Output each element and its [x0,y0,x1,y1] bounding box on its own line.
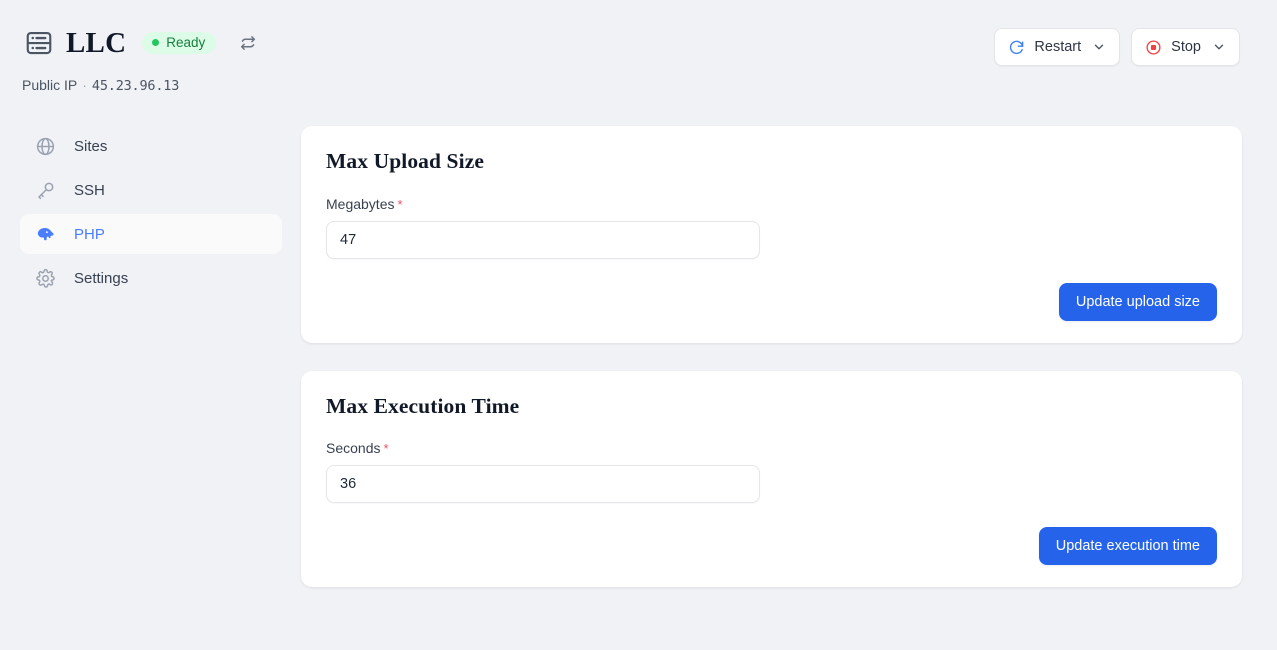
restart-button-label: Restart [1034,39,1082,55]
restart-circle-arrow-icon [1010,40,1024,54]
card-title: Max Upload Size [326,149,484,173]
header-actions: Restart Stop [994,28,1240,66]
brand-row: LLC Ready [24,28,259,58]
max-execution-time-card: Max Execution Time Seconds * Update exec… [301,370,1242,588]
field-label-text: Seconds [326,440,381,457]
status-label: Ready [166,34,206,50]
page-header: LLC Ready Public IP · 45.23.96.13 Restar… [0,0,1277,100]
sidebar-item-label: Sites [74,137,108,155]
update-upload-size-button[interactable]: Update upload size [1058,282,1217,321]
php-settings-page: LLC Ready Public IP · 45.23.96.13 Restar… [0,0,1277,650]
seconds-field-label: Seconds * [326,440,1217,456]
server-rack-icon [24,28,54,58]
public-ip-label: Public IP [22,77,78,93]
stop-button[interactable]: Stop [1131,28,1240,66]
restart-button[interactable]: Restart [994,28,1121,66]
card-title: Max Execution Time [326,393,520,418]
sidebar: Sites SSH PHP Settings [20,126,282,302]
required-asterisk: * [397,196,403,212]
refresh-icon[interactable] [237,32,259,54]
field-label-text: Megabytes [326,195,395,212]
sidebar-item-settings[interactable]: Settings [20,258,282,298]
stop-square-circle-icon [1146,39,1161,55]
status-badge: Ready [142,31,217,55]
sidebar-item-label: PHP [74,225,105,243]
chevron-down-icon [1214,44,1224,50]
php-elephant-icon [34,223,56,245]
public-ip: Public IP · 45.23.96.13 [22,76,179,95]
chevron-down-icon [1094,44,1104,50]
card-actions: Update upload size [326,282,1217,321]
max-upload-size-card: Max Upload Size Megabytes * Update uploa… [301,126,1242,343]
page-title: LLC [66,26,127,59]
sidebar-item-sites[interactable]: Sites [20,126,282,166]
public-ip-separator: · [82,77,87,93]
main-content: Max Upload Size Megabytes * Update uploa… [301,126,1242,615]
key-icon [34,179,56,201]
megabytes-input[interactable] [326,220,760,259]
public-ip-value: 45.23.96.13 [91,78,180,94]
sidebar-item-label: SSH [74,181,105,199]
gear-icon [34,267,56,289]
megabytes-field-label: Megabytes * [326,196,1217,212]
sidebar-item-ssh[interactable]: SSH [20,170,282,210]
card-actions: Update execution time [326,527,1217,566]
required-asterisk: * [383,441,389,457]
seconds-input[interactable] [326,465,760,504]
status-dot-icon [152,39,160,46]
sidebar-item-label: Settings [74,269,129,287]
sidebar-item-php[interactable]: PHP [20,214,282,254]
stop-button-label: Stop [1171,39,1201,55]
globe-icon [34,135,56,157]
update-execution-time-button[interactable]: Update execution time [1038,527,1217,566]
